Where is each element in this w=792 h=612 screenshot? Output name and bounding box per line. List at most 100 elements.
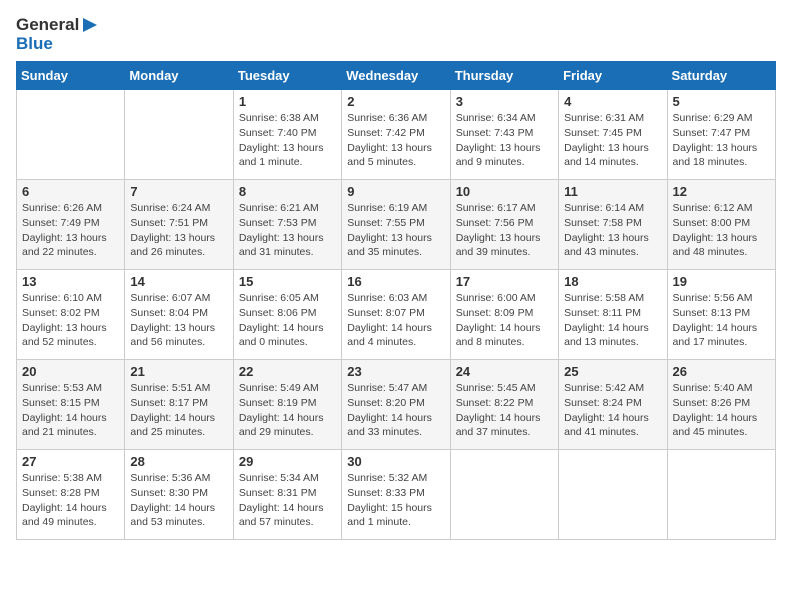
day-number: 29 <box>239 454 336 469</box>
day-number: 3 <box>456 94 553 109</box>
day-info: Sunrise: 6:31 AM Sunset: 7:45 PM Dayligh… <box>564 111 661 170</box>
logo-general: General <box>16 16 79 35</box>
week-row-2: 6Sunrise: 6:26 AM Sunset: 7:49 PM Daylig… <box>17 180 776 270</box>
day-cell: 10Sunrise: 6:17 AM Sunset: 7:56 PM Dayli… <box>450 180 558 270</box>
day-info: Sunrise: 5:34 AM Sunset: 8:31 PM Dayligh… <box>239 471 336 530</box>
header-wednesday: Wednesday <box>342 62 450 90</box>
day-number: 16 <box>347 274 444 289</box>
week-row-3: 13 Sunrise: 6:10 AM Sunset: 8:02 PM Dayli… <box>17 270 776 360</box>
day-number: 26 <box>673 364 770 379</box>
day-cell <box>450 450 558 540</box>
day-number: 7 <box>130 184 227 199</box>
day-cell: 5 Sunrise: 6:29 AM Sunset: 7:47 PM Daylig… <box>667 90 775 180</box>
day-info: Sunrise: 6:38 AM Sunset: 7:40 PM Dayligh… <box>239 111 336 170</box>
day-number: 13 <box>22 274 119 289</box>
week-row-1: 1Sunrise: 6:38 AM Sunset: 7:40 PM Daylig… <box>17 90 776 180</box>
day-number: 9 <box>347 184 444 199</box>
day-number: 20 <box>22 364 119 379</box>
header-sunday: Sunday <box>17 62 125 90</box>
logo-wordmark: General Blue <box>16 16 99 53</box>
day-number: 15 <box>239 274 336 289</box>
day-cell: 29 Sunrise: 5:34 AM Sunset: 8:31 PM Dayli… <box>233 450 341 540</box>
week-row-5: 27 Sunrise: 5:38 AM Sunset: 8:28 PM Dayli… <box>17 450 776 540</box>
day-info: Sunrise: 6:24 AM Sunset: 7:51 PM Dayligh… <box>130 201 227 260</box>
header-tuesday: Tuesday <box>233 62 341 90</box>
day-number: 24 <box>456 364 553 379</box>
day-number: 12 <box>673 184 770 199</box>
day-info: Sunrise: 5:56 AM Sunset: 8:13 PM Dayligh… <box>673 291 770 350</box>
day-info: Sunrise: 6:19 AM Sunset: 7:55 PM Dayligh… <box>347 201 444 260</box>
day-cell: 19 Sunrise: 5:56 AM Sunset: 8:13 PM Dayli… <box>667 270 775 360</box>
day-number: 28 <box>130 454 227 469</box>
day-info: Sunrise: 6:29 AM Sunset: 7:47 PM Dayligh… <box>673 111 770 170</box>
day-info: Sunrise: 5:58 AM Sunset: 8:11 PM Dayligh… <box>564 291 661 350</box>
day-cell: 12Sunrise: 6:12 AM Sunset: 8:00 PM Dayli… <box>667 180 775 270</box>
day-info: Sunrise: 5:40 AM Sunset: 8:26 PM Dayligh… <box>673 381 770 440</box>
day-info: Sunrise: 5:49 AM Sunset: 8:19 PM Dayligh… <box>239 381 336 440</box>
day-info: Sunrise: 6:00 AM Sunset: 8:09 PM Dayligh… <box>456 291 553 350</box>
day-cell: 20 Sunrise: 5:53 AM Sunset: 8:15 PM Dayli… <box>17 360 125 450</box>
day-cell: 30 Sunrise: 5:32 AM Sunset: 8:33 PM Dayli… <box>342 450 450 540</box>
day-cell: 21 Sunrise: 5:51 AM Sunset: 8:17 PM Dayli… <box>125 360 233 450</box>
day-number: 19 <box>673 274 770 289</box>
day-cell: 22 Sunrise: 5:49 AM Sunset: 8:19 PM Dayli… <box>233 360 341 450</box>
logo-flag-icon <box>81 16 99 34</box>
day-info: Sunrise: 5:32 AM Sunset: 8:33 PM Dayligh… <box>347 471 444 530</box>
day-cell <box>17 90 125 180</box>
header-friday: Friday <box>559 62 667 90</box>
day-info: Sunrise: 6:05 AM Sunset: 8:06 PM Dayligh… <box>239 291 336 350</box>
days-header-row: SundayMondayTuesdayWednesdayThursdayFrid… <box>17 62 776 90</box>
day-info: Sunrise: 5:36 AM Sunset: 8:30 PM Dayligh… <box>130 471 227 530</box>
day-cell <box>667 450 775 540</box>
day-cell: 7 Sunrise: 6:24 AM Sunset: 7:51 PM Daylig… <box>125 180 233 270</box>
day-info: Sunrise: 5:47 AM Sunset: 8:20 PM Dayligh… <box>347 381 444 440</box>
header-saturday: Saturday <box>667 62 775 90</box>
day-number: 27 <box>22 454 119 469</box>
day-info: Sunrise: 5:45 AM Sunset: 8:22 PM Dayligh… <box>456 381 553 440</box>
day-cell <box>125 90 233 180</box>
day-info: Sunrise: 5:42 AM Sunset: 8:24 PM Dayligh… <box>564 381 661 440</box>
day-info: Sunrise: 6:10 AM Sunset: 8:02 PM Dayligh… <box>22 291 119 350</box>
day-number: 23 <box>347 364 444 379</box>
day-info: Sunrise: 6:07 AM Sunset: 8:04 PM Dayligh… <box>130 291 227 350</box>
day-number: 30 <box>347 454 444 469</box>
header-monday: Monday <box>125 62 233 90</box>
day-cell: 3 Sunrise: 6:34 AM Sunset: 7:43 PM Daylig… <box>450 90 558 180</box>
day-cell: 18 Sunrise: 5:58 AM Sunset: 8:11 PM Dayli… <box>559 270 667 360</box>
header-thursday: Thursday <box>450 62 558 90</box>
day-info: Sunrise: 6:14 AM Sunset: 7:58 PM Dayligh… <box>564 201 661 260</box>
day-cell: 27 Sunrise: 5:38 AM Sunset: 8:28 PM Dayli… <box>17 450 125 540</box>
day-number: 5 <box>673 94 770 109</box>
day-number: 18 <box>564 274 661 289</box>
page-header: General Blue <box>16 16 776 53</box>
day-number: 2 <box>347 94 444 109</box>
day-number: 4 <box>564 94 661 109</box>
day-number: 21 <box>130 364 227 379</box>
day-number: 6 <box>22 184 119 199</box>
logo-blue: Blue <box>16 34 53 53</box>
day-cell: 1Sunrise: 6:38 AM Sunset: 7:40 PM Daylig… <box>233 90 341 180</box>
day-cell: 17 Sunrise: 6:00 AM Sunset: 8:09 PM Dayli… <box>450 270 558 360</box>
day-cell: 6Sunrise: 6:26 AM Sunset: 7:49 PM Daylig… <box>17 180 125 270</box>
day-cell: 8Sunrise: 6:21 AM Sunset: 7:53 PM Daylig… <box>233 180 341 270</box>
calendar-table: SundayMondayTuesdayWednesdayThursdayFrid… <box>16 61 776 540</box>
day-info: Sunrise: 5:53 AM Sunset: 8:15 PM Dayligh… <box>22 381 119 440</box>
day-cell: 28 Sunrise: 5:36 AM Sunset: 8:30 PM Dayli… <box>125 450 233 540</box>
day-cell: 23 Sunrise: 5:47 AM Sunset: 8:20 PM Dayli… <box>342 360 450 450</box>
day-cell: 16Sunrise: 6:03 AM Sunset: 8:07 PM Dayli… <box>342 270 450 360</box>
day-cell: 14 Sunrise: 6:07 AM Sunset: 8:04 PM Dayli… <box>125 270 233 360</box>
day-info: Sunrise: 5:51 AM Sunset: 8:17 PM Dayligh… <box>130 381 227 440</box>
day-cell: 26 Sunrise: 5:40 AM Sunset: 8:26 PM Dayli… <box>667 360 775 450</box>
day-cell: 15 Sunrise: 6:05 AM Sunset: 8:06 PM Dayli… <box>233 270 341 360</box>
day-number: 17 <box>456 274 553 289</box>
day-number: 22 <box>239 364 336 379</box>
day-number: 10 <box>456 184 553 199</box>
day-cell <box>559 450 667 540</box>
day-cell: 13 Sunrise: 6:10 AM Sunset: 8:02 PM Dayli… <box>17 270 125 360</box>
day-info: Sunrise: 5:38 AM Sunset: 8:28 PM Dayligh… <box>22 471 119 530</box>
day-number: 25 <box>564 364 661 379</box>
day-info: Sunrise: 6:36 AM Sunset: 7:42 PM Dayligh… <box>347 111 444 170</box>
day-number: 14 <box>130 274 227 289</box>
day-info: Sunrise: 6:21 AM Sunset: 7:53 PM Dayligh… <box>239 201 336 260</box>
day-info: Sunrise: 6:34 AM Sunset: 7:43 PM Dayligh… <box>456 111 553 170</box>
